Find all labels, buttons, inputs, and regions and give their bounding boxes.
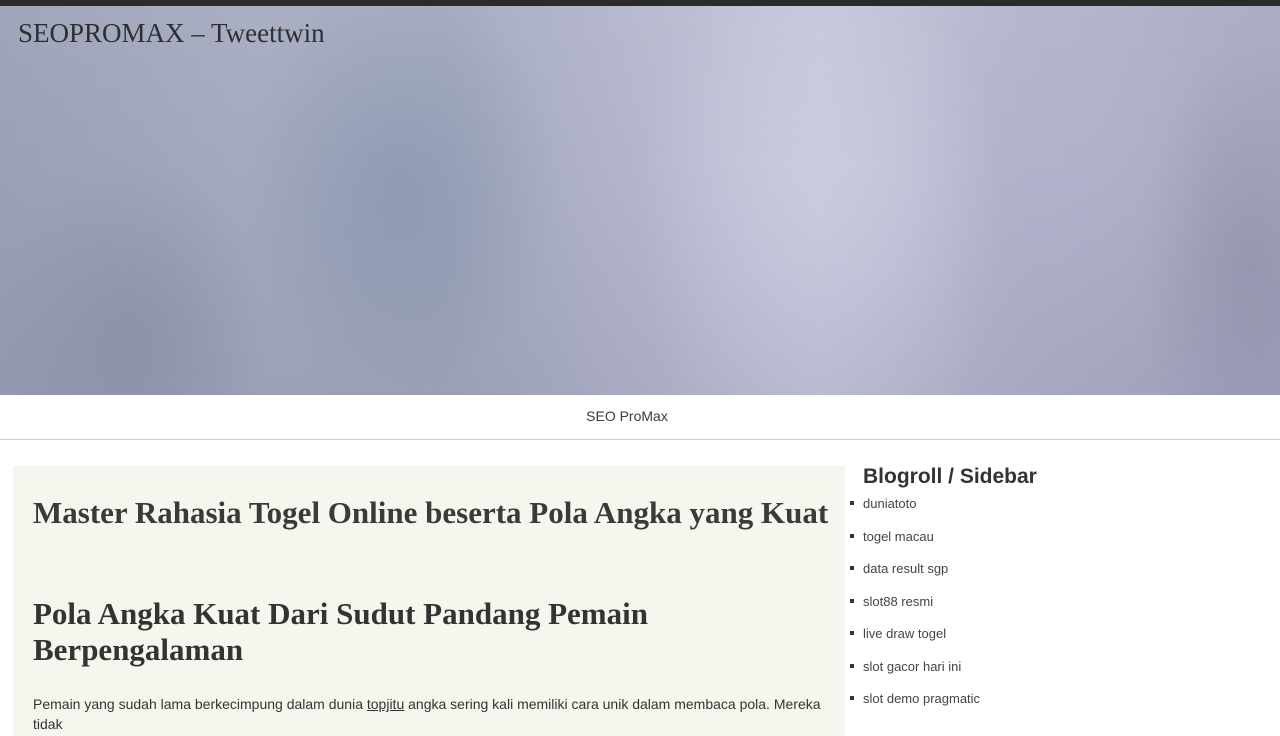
list-item: slot88 resmi xyxy=(849,594,980,609)
blogroll-link-slot-demo[interactable]: slot demo pragmatic xyxy=(863,691,980,706)
list-item: slot demo pragmatic xyxy=(849,691,980,706)
sidebar-title: Blogroll / Sidebar xyxy=(863,465,1037,488)
blogroll-list: duniatoto togel macau data result sgp sl… xyxy=(849,496,980,724)
list-item: data result sgp xyxy=(849,561,980,576)
post-paragraph: Pemain yang sudah lama berkecimpung dala… xyxy=(33,694,823,734)
topjitu-link[interactable]: topjitu xyxy=(367,696,404,712)
blogroll-link-duniatoto[interactable]: duniatoto xyxy=(863,496,917,511)
blogroll-link-live-draw-togel[interactable]: live draw togel xyxy=(863,626,946,641)
post-subtitle: Pola Angka Kuat Dari Sudut Pandang Pemai… xyxy=(33,596,648,667)
list-item: live draw togel xyxy=(849,626,980,641)
header-banner: SEOPROMAX – Tweettwin xyxy=(0,6,1280,395)
post-text-start: Pemain yang sudah lama berkecimpung dala… xyxy=(33,696,367,712)
list-item: togel macau xyxy=(849,529,980,544)
list-item: duniatoto xyxy=(849,496,980,511)
blogroll-link-slot-gacor[interactable]: slot gacor hari ini xyxy=(863,659,961,674)
post-title: Master Rahasia Togel Online beserta Pola… xyxy=(33,495,829,530)
nav-item-home[interactable]: SEO ProMax xyxy=(586,408,668,424)
blogroll-link-slot88-resmi[interactable]: slot88 resmi xyxy=(863,594,933,609)
main-navigation: SEO ProMax xyxy=(0,395,1280,440)
site-title[interactable]: SEOPROMAX – Tweettwin xyxy=(18,16,325,50)
post-content: Master Rahasia Togel Online beserta Pola… xyxy=(13,466,845,736)
blogroll-link-togel-macau[interactable]: togel macau xyxy=(863,529,934,544)
sidebar: Blogroll / Sidebar duniatoto togel macau… xyxy=(849,464,1263,706)
list-item: slot gacor hari ini xyxy=(849,659,980,674)
blogroll-link-data-result-sgp[interactable]: data result sgp xyxy=(863,561,948,576)
